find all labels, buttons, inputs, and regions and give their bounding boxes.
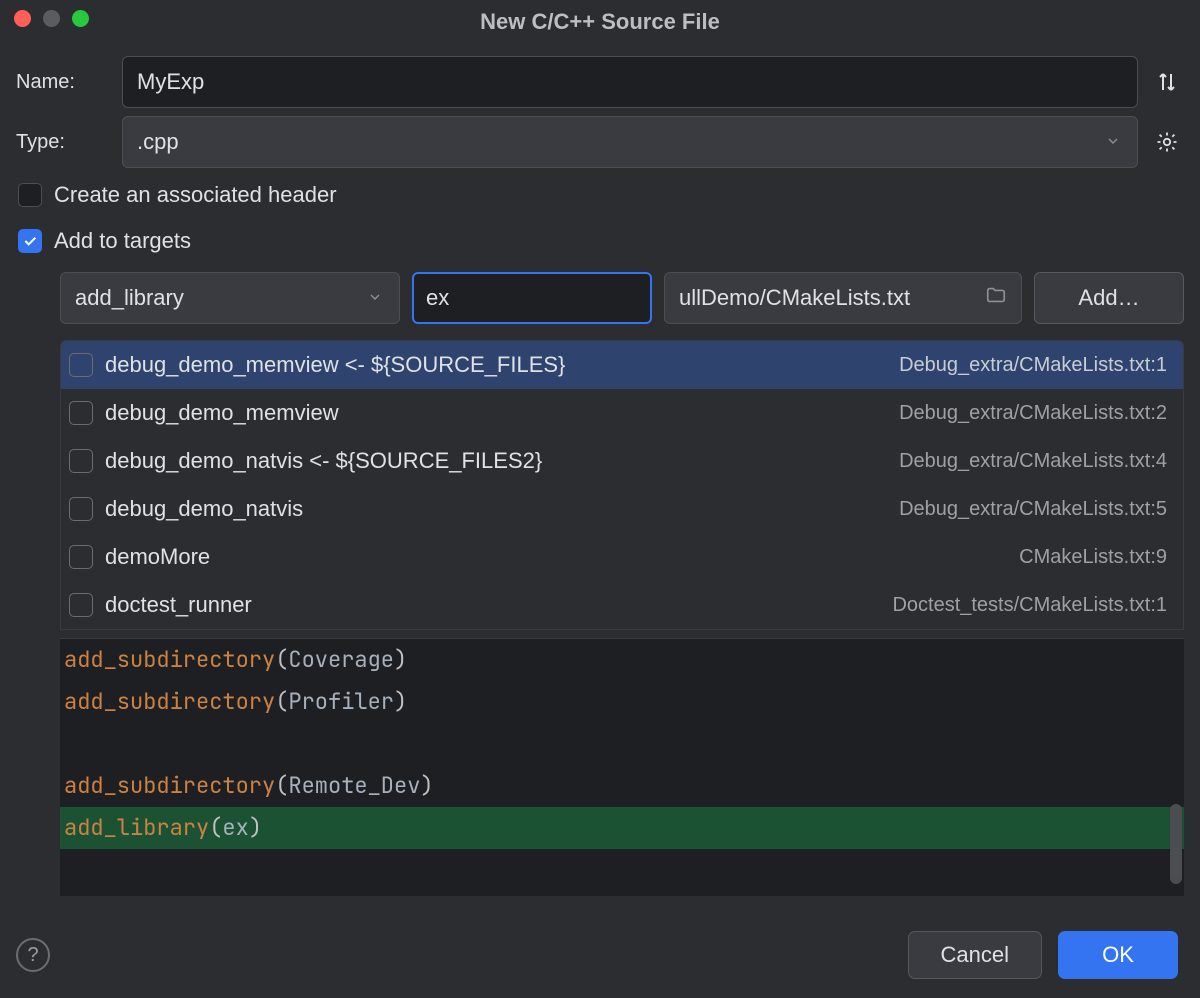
targets-kind-value: add_library <box>75 285 184 311</box>
add-target-label: Add… <box>1078 285 1139 311</box>
code-line: add_subdirectory(Coverage) <box>60 639 1184 681</box>
checkbox-icon[interactable] <box>69 545 93 569</box>
checkbox-icon[interactable] <box>69 449 93 473</box>
window-controls <box>14 10 89 27</box>
target-name: debug_demo_memview <box>105 400 339 426</box>
target-row[interactable]: debug_demo_memview <- ${SOURCE_FILES} Deb… <box>61 341 1183 389</box>
targets-cmakelist-path[interactable]: ullDemo/CMakeLists.txt <box>664 272 1022 324</box>
code-line: add_subdirectory(Remote_Dev) <box>60 765 1184 807</box>
create-header-label: Create an associated header <box>54 182 337 208</box>
target-location: Debug_extra/CMakeLists.txt:1 <box>899 354 1167 377</box>
target-name: debug_demo_natvis <box>105 496 303 522</box>
add-to-targets-label: Add to targets <box>54 228 191 254</box>
checkbox-icon[interactable] <box>69 593 93 617</box>
scrollbar[interactable] <box>1170 804 1182 884</box>
checkbox-icon <box>18 183 42 207</box>
target-location: Doctest_tests/CMakeLists.txt:1 <box>892 594 1167 617</box>
targets-kind-select[interactable]: add_library <box>60 272 400 324</box>
add-target-button[interactable]: Add… <box>1034 272 1184 324</box>
type-select[interactable]: .cpp <box>122 116 1138 168</box>
target-name: debug_demo_natvis <- ${SOURCE_FILES2} <box>105 448 542 474</box>
code-line: add_library(ex) <box>60 807 1184 849</box>
dialog-title: New C/C++ Source File <box>480 9 720 35</box>
type-label: Type: <box>16 131 110 154</box>
target-name: debug_demo_memview <- ${SOURCE_FILES} <box>105 352 565 378</box>
ok-button[interactable]: OK <box>1058 931 1178 979</box>
add-to-targets-checkbox[interactable]: Add to targets <box>16 222 1184 260</box>
checkbox-icon[interactable] <box>69 401 93 425</box>
target-row[interactable]: debug_demo_natvis <- ${SOURCE_FILES2} Deb… <box>61 437 1183 485</box>
targets-path-text: ullDemo/CMakeLists.txt <box>679 285 910 311</box>
type-select-value: .cpp <box>137 129 179 155</box>
sort-direction-icon[interactable] <box>1150 65 1184 99</box>
target-location: Debug_extra/CMakeLists.txt:5 <box>899 498 1167 521</box>
target-row[interactable]: doctest_runner Doctest_tests/CMakeLists.t… <box>61 581 1183 629</box>
target-row[interactable]: debug_demo_memview Debug_extra/CMakeLists… <box>61 389 1183 437</box>
close-window-icon[interactable] <box>14 10 31 27</box>
zoom-window-icon[interactable] <box>72 10 89 27</box>
folder-icon <box>985 284 1007 312</box>
cancel-button[interactable]: Cancel <box>908 931 1042 979</box>
help-icon[interactable]: ? <box>16 938 50 972</box>
target-row[interactable]: debug_demo_natvis Debug_extra/CMakeLists.… <box>61 485 1183 533</box>
create-header-checkbox[interactable]: Create an associated header <box>16 176 1184 214</box>
target-name: doctest_runner <box>105 592 252 618</box>
chevron-down-icon <box>367 285 383 311</box>
titlebar: New C/C++ Source File <box>0 0 1200 44</box>
code-line: add_subdirectory(Profiler) <box>60 681 1184 723</box>
code-line <box>60 723 1184 765</box>
target-location: Debug_extra/CMakeLists.txt:4 <box>899 450 1167 473</box>
target-location: Debug_extra/CMakeLists.txt:2 <box>899 402 1167 425</box>
gear-icon[interactable] <box>1150 125 1184 159</box>
ok-label: OK <box>1102 942 1134 968</box>
checkbox-icon[interactable] <box>69 353 93 377</box>
target-location: CMakeLists.txt:9 <box>1019 546 1167 569</box>
targets-search-input[interactable] <box>412 272 652 324</box>
checkbox-icon <box>18 229 42 253</box>
code-preview: add_subdirectory(Coverage)add_subdirecto… <box>60 638 1184 896</box>
checkbox-icon[interactable] <box>69 497 93 521</box>
target-name: demoMore <box>105 544 210 570</box>
chevron-down-icon <box>1105 129 1121 155</box>
minimize-window-icon[interactable] <box>43 10 60 27</box>
targets-list: debug_demo_memview <- ${SOURCE_FILES} Deb… <box>60 340 1184 630</box>
name-input[interactable] <box>122 56 1138 108</box>
name-label: Name: <box>16 71 110 94</box>
cancel-label: Cancel <box>941 942 1009 968</box>
target-row[interactable]: demoMore CMakeLists.txt:9 <box>61 533 1183 581</box>
